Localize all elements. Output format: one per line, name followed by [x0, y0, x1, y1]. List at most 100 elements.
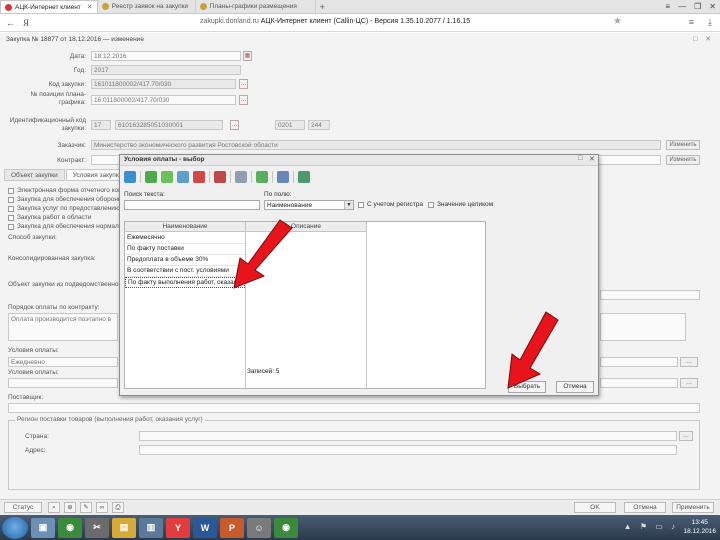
table-row-selected[interactable]: По факту выполнения работ, оказания услу… — [125, 277, 245, 288]
supplier-field[interactable] — [8, 403, 700, 413]
tools-app-icon[interactable]: ✂ — [85, 517, 109, 538]
download-icon[interactable]: ⤓ — [708, 17, 712, 28]
lookup-icon[interactable]: … — [230, 120, 239, 130]
lookup-icon[interactable]: … — [239, 79, 248, 89]
payment-order-textarea[interactable]: Оплата производится поэтапно в — [8, 313, 118, 341]
checkbox-services[interactable]: Закупка услуг по предоставлению — [8, 205, 120, 212]
attach-icon[interactable]: ⊕ — [64, 502, 76, 513]
payment-terms-dialog: Условия оплаты - выбор □ ✕ Поиск текста:… — [119, 154, 599, 396]
dialog-title: Условия оплаты - выбор — [120, 155, 598, 166]
menu-icon[interactable]: ≡ — [689, 17, 694, 27]
plan-position-label: № позиции плана-графика: — [30, 91, 86, 106]
payment-terms-field-right[interactable] — [600, 357, 678, 367]
case-sensitive-checkbox[interactable]: С учетом регистра — [358, 201, 423, 208]
checkbox-normal[interactable]: Закупка для обеспечения нормального — [8, 223, 135, 230]
folder-app-icon[interactable]: ▤ — [112, 517, 136, 538]
start-button[interactable] — [2, 516, 28, 539]
browser-tab-label: Реестр заявок на закупки — [111, 3, 189, 10]
form-window-controls[interactable]: □ ✕ — [693, 35, 714, 43]
clock[interactable]: 13:45 18.12.2016 — [683, 518, 716, 536]
powerpoint-app-icon[interactable]: P — [220, 517, 244, 538]
select-button[interactable]: Выбрать — [508, 381, 546, 393]
magnifier-icon[interactable]: ⌕ — [48, 502, 60, 513]
address-bar: ← Я zakupki.donland.ru АЦК-Интернет клие… — [0, 15, 720, 32]
address-field[interactable] — [139, 445, 677, 455]
table-row[interactable]: Предоплата в объеме 30% — [125, 255, 245, 266]
browser-tab-registry[interactable]: Реестр заявок на закупки — [98, 0, 196, 13]
close-tab-icon[interactable]: ✕ — [87, 3, 93, 11]
maximize-icon[interactable]: □ — [578, 155, 582, 162]
calendar-icon[interactable]: ▦ — [243, 51, 252, 61]
table-row[interactable]: Ежемесячно — [125, 233, 245, 244]
edit-icon[interactable]: ✎ — [80, 502, 92, 513]
field-select[interactable]: Наименование ▼ — [264, 200, 354, 210]
print-icon[interactable]: ⎙ — [112, 502, 124, 513]
plan-position-field[interactable]: 16.011800002/417.70/030 — [91, 95, 236, 105]
payment-cond-field-right[interactable] — [600, 378, 678, 388]
funnel-icon[interactable] — [235, 171, 247, 183]
tab-object[interactable]: Объект закупки — [4, 169, 65, 181]
excel-icon[interactable] — [298, 171, 310, 183]
maximize-icon[interactable]: ❐ — [694, 2, 701, 11]
year-field: 2017 — [91, 65, 241, 75]
export-icon[interactable] — [256, 171, 268, 183]
lookup-button[interactable]: … — [680, 357, 698, 367]
checkbox-works[interactable]: Закупка работ в области — [8, 214, 91, 221]
change-button[interactable]: Изменить — [666, 140, 700, 150]
lookup-icon[interactable]: … — [239, 95, 248, 105]
browser-tab-ack[interactable]: АЦК-Интернет клиент ✕ — [0, 0, 98, 13]
search-input[interactable] — [124, 200, 260, 210]
date-field[interactable]: 18.12.2016 — [91, 51, 241, 61]
yandex-app-icon[interactable]: Y — [166, 517, 190, 538]
close-icon[interactable]: ✕ — [589, 155, 595, 163]
code-field: 161011800002/417.70/030 — [91, 79, 236, 89]
table-row[interactable]: По факту поставки — [125, 244, 245, 255]
status-button[interactable]: Статус — [4, 502, 42, 513]
url-field[interactable]: zakupki.donland.ru АЦК-Интернет клиент (… — [200, 18, 470, 25]
cancel-button[interactable]: Отмена — [556, 381, 594, 393]
new-tab-button[interactable]: + — [316, 0, 329, 13]
minimize-icon[interactable]: — — [678, 2, 686, 11]
payment-order-textarea-right[interactable] — [600, 313, 686, 341]
lookup-button[interactable]: … — [680, 378, 698, 388]
link-icon[interactable]: ∞ — [96, 502, 108, 513]
subject-label: Объект закупки из подведомственного: — [8, 281, 127, 288]
edit-icon[interactable] — [177, 171, 189, 183]
chrome-app-icon[interactable]: ◉ — [58, 517, 82, 538]
apply-button[interactable]: Применить — [672, 502, 714, 513]
browser-tab-plans[interactable]: Планы-графики размещения — [196, 0, 316, 13]
date-label: Дата: — [69, 53, 86, 60]
address-label: Адрес: — [25, 447, 46, 454]
delivery-region-title: Регион поставки товаров (выполнения рабо… — [15, 416, 205, 423]
close-icon[interactable]: ✕ — [709, 2, 716, 11]
cancel-button[interactable]: Отмена — [624, 502, 666, 513]
filter-icon[interactable] — [214, 171, 226, 183]
ok-button[interactable]: OK — [574, 502, 616, 513]
menu-icon[interactable]: ≡ — [665, 2, 670, 11]
payment-terms-field[interactable]: Ежедневно — [8, 357, 118, 367]
word-app-icon[interactable]: W — [193, 517, 217, 538]
lookup-button[interactable]: … — [679, 431, 693, 441]
refresh-icon[interactable] — [124, 171, 136, 183]
delete-icon[interactable] — [193, 171, 205, 183]
files-app-icon[interactable]: ▥ — [139, 517, 163, 538]
subject-field[interactable] — [600, 290, 700, 300]
add-copy-icon[interactable] — [161, 171, 173, 183]
column-header-name[interactable]: Наименование — [125, 222, 245, 232]
user-app-icon[interactable]: ☺ — [247, 517, 271, 538]
table-row[interactable]: В соответствии с пост. условиями — [125, 266, 245, 277]
country-field[interactable] — [139, 431, 677, 441]
chrome2-app-icon[interactable]: ◉ — [274, 517, 298, 538]
column-header-description[interactable]: Описание — [246, 222, 366, 232]
add-icon[interactable] — [145, 171, 157, 183]
explorer-app-icon[interactable]: ▣ — [31, 517, 55, 538]
yandex-logo[interactable]: Я — [23, 18, 29, 28]
back-arrow-icon[interactable]: ← — [6, 18, 15, 28]
checkbox-defense[interactable]: Закупка для обеспечения обороны — [8, 196, 123, 203]
payment-cond-field[interactable] — [8, 378, 118, 388]
whole-value-checkbox[interactable]: Значение целиком — [428, 201, 493, 208]
tray-icons[interactable]: ▲ ⚑ ▭ ♪ — [624, 522, 678, 531]
bookmark-star-icon[interactable]: ★ — [613, 16, 622, 27]
settings-icon[interactable] — [277, 171, 289, 183]
change-button[interactable]: Изменить — [666, 155, 700, 165]
